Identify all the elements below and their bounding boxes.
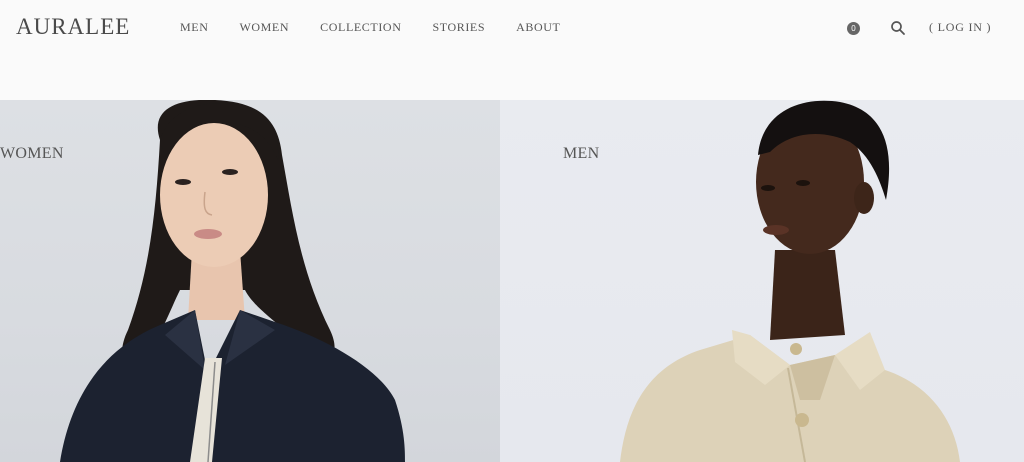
nav-item-collection[interactable]: COLLECTION [320, 20, 401, 35]
nav-item-about[interactable]: ABOUT [516, 20, 560, 35]
women-panel-label: WOMEN [0, 145, 64, 162]
men-panel[interactable]: MEN [500, 100, 1024, 462]
site-header: AURALEE MEN WOMEN COLLECTION STORIES ABO… [0, 0, 1024, 100]
search-icon[interactable] [890, 20, 906, 36]
nav-item-stories[interactable]: STORIES [432, 20, 485, 35]
brand-logo[interactable]: AURALEE [16, 14, 130, 40]
women-model-image [60, 100, 405, 462]
cart-count-badge[interactable]: 0 [847, 22, 860, 35]
nav-item-women[interactable]: WOMEN [239, 20, 289, 35]
men-panel-label: MEN [563, 145, 600, 162]
women-panel[interactable]: WOMEN [0, 100, 500, 462]
login-link[interactable]: ( LOG IN ) [929, 20, 991, 35]
nav-item-men[interactable]: MEN [180, 20, 208, 35]
main-nav: MEN WOMEN COLLECTION STORIES ABOUT [180, 20, 591, 35]
